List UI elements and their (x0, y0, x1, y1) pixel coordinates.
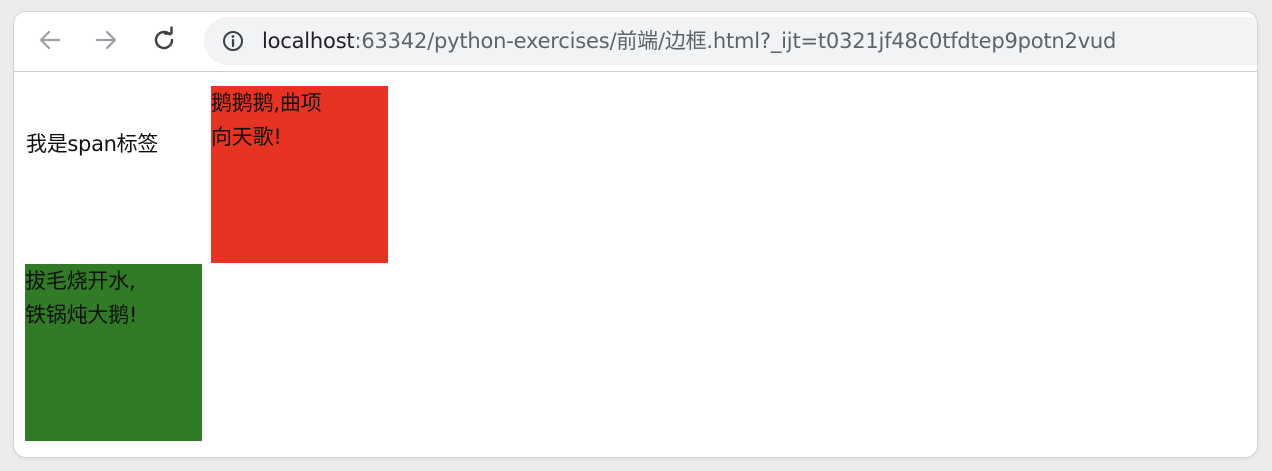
page-content: 我是span标签 鹅鹅鹅,曲项 向天歌! 拔毛烧开水, 铁锅炖大鹅! (14, 72, 1257, 457)
green-box-line-1: 拔毛烧开水, (25, 269, 136, 293)
url-path: :63342/python-exercises/前端/边框.html?_ijt=… (354, 29, 1117, 53)
info-icon[interactable] (222, 30, 244, 52)
address-bar[interactable]: localhost:63342/python-exercises/前端/边框.h… (204, 17, 1257, 65)
url-text[interactable]: localhost:63342/python-exercises/前端/边框.h… (262, 17, 1116, 65)
green-box: 拔毛烧开水, 铁锅炖大鹅! (25, 264, 202, 441)
browser-toolbar: localhost:63342/python-exercises/前端/边框.h… (14, 12, 1257, 72)
reload-button[interactable] (150, 26, 178, 54)
arrow-right-icon (95, 30, 117, 50)
green-box-line-2: 铁锅炖大鹅! (25, 303, 138, 327)
forward-button[interactable] (92, 26, 120, 54)
red-box-line-2: 向天歌! (211, 125, 282, 149)
back-button[interactable] (36, 26, 64, 54)
red-box: 鹅鹅鹅,曲项 向天歌! (211, 86, 388, 263)
reload-icon (154, 26, 174, 50)
span-label: 我是span标签 (26, 132, 159, 156)
red-box-line-1: 鹅鹅鹅,曲项 (211, 91, 322, 115)
browser-window: localhost:63342/python-exercises/前端/边框.h… (14, 12, 1257, 457)
url-host: localhost (262, 29, 355, 53)
arrow-left-icon (39, 30, 61, 50)
